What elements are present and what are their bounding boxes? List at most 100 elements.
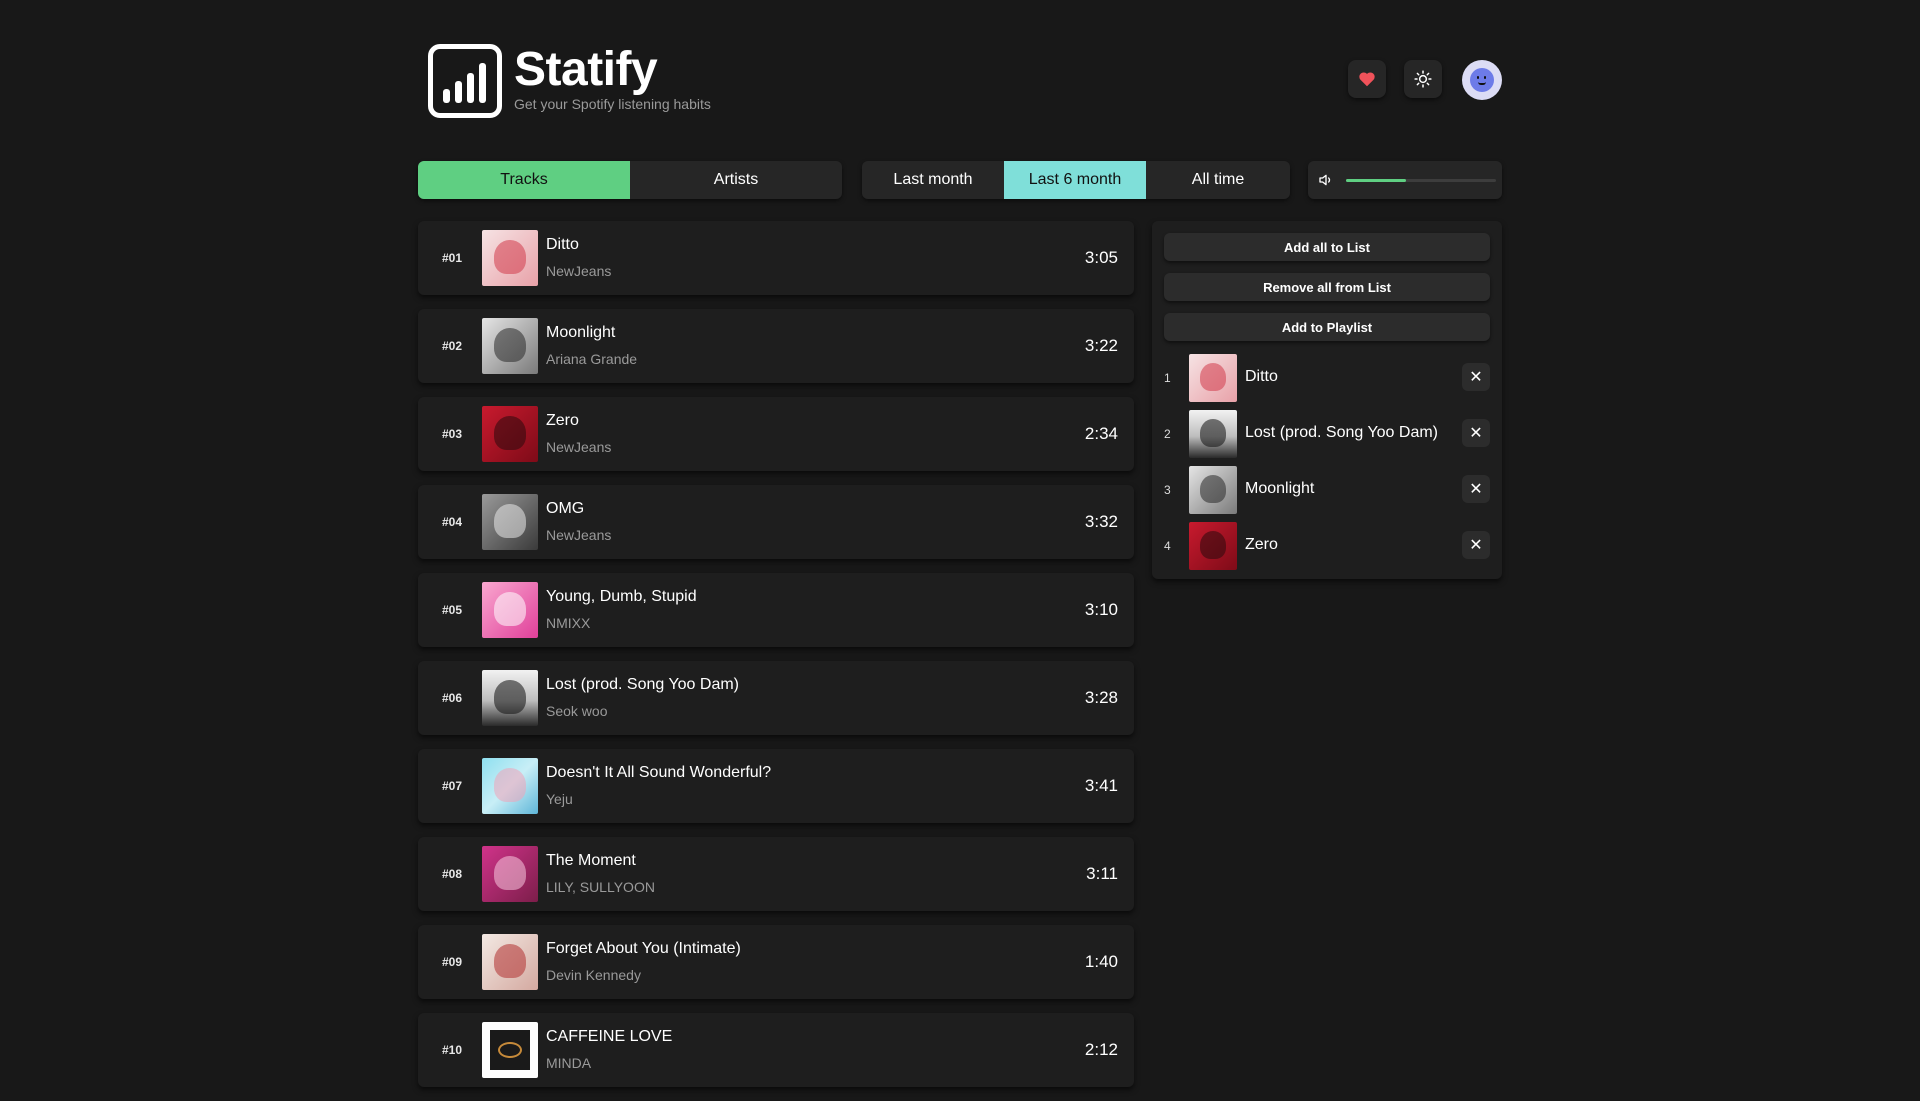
- tab-artists[interactable]: Artists: [630, 161, 842, 199]
- track-duration: 3:28: [1084, 688, 1118, 707]
- track-duration: 3:05: [1084, 248, 1118, 267]
- track-row[interactable]: #07 Doesn't It All Sound Wonderful? Yeju 3:…: [418, 749, 1134, 823]
- volume-slider[interactable]: [1346, 179, 1496, 182]
- track-name: Zero: [546, 412, 579, 429]
- remove-item-button[interactable]: ✕: [1462, 475, 1490, 503]
- track-row[interactable]: #03 Zero NewJeans 2:34: [418, 397, 1134, 471]
- track-name: Forget About You (Intimate): [546, 940, 741, 957]
- track-row[interactable]: #06 Lost (prod. Song Yoo Dam) Seok woo 3:28: [418, 661, 1134, 735]
- track-duration: 3:32: [1084, 512, 1118, 531]
- remove-item-button[interactable]: ✕: [1462, 419, 1490, 447]
- track-artist: NewJeans: [546, 527, 612, 543]
- list-item-name: Ditto: [1245, 368, 1278, 385]
- list-item-number: 4: [1164, 539, 1171, 553]
- track-row[interactable]: #05 Young, Dumb, Stupid NMIXX 3:10: [418, 573, 1134, 647]
- track-duration: 3:22: [1084, 336, 1118, 355]
- list-item-number: 2: [1164, 427, 1171, 441]
- volume-icon[interactable]: [1318, 172, 1334, 188]
- avatar-face-icon: [1470, 68, 1494, 92]
- track-rank: #06: [442, 691, 463, 705]
- track-artist: Ariana Grande: [546, 351, 638, 367]
- app-header: Statify Get your Spotify listening habit…: [428, 43, 1504, 120]
- track-artist: NMIXX: [546, 615, 591, 631]
- list-item-cover: [1189, 466, 1237, 514]
- list-item: 4 Zero ✕: [1164, 521, 1490, 571]
- track-row[interactable]: #08 The Moment LILY, SULLYOON 3:11: [418, 837, 1134, 911]
- track-name: Lost (prod. Song Yoo Dam): [546, 676, 740, 693]
- list-item-name: Zero: [1245, 536, 1278, 553]
- tab-all-time[interactable]: All time: [1146, 161, 1290, 199]
- track-name: Doesn't It All Sound Wonderful?: [546, 764, 772, 781]
- track-duration: 1:40: [1084, 952, 1118, 971]
- remove-item-button[interactable]: ✕: [1462, 363, 1490, 391]
- album-cover: [482, 758, 538, 814]
- track-row[interactable]: #02 Moonlight Ariana Grande 3:22: [418, 309, 1134, 383]
- time-range-tabs: Last month Last 6 month All time: [862, 161, 1290, 199]
- album-cover: [482, 230, 538, 286]
- track-rank: #10: [442, 1043, 463, 1057]
- track-name: CAFFEINE LOVE: [546, 1028, 673, 1045]
- track-row[interactable]: #01 Ditto NewJeans 3:05: [418, 221, 1134, 295]
- app-subtitle: Get your Spotify listening habits: [514, 96, 711, 112]
- remove-item-button[interactable]: ✕: [1462, 531, 1490, 559]
- list-item-number: 1: [1164, 371, 1171, 385]
- album-cover: [482, 670, 538, 726]
- track-rank: #07: [442, 779, 463, 793]
- list-item-cover: [1189, 522, 1237, 570]
- track-name: Young, Dumb, Stupid: [546, 588, 697, 605]
- list-item: 2 Lost (prod. Song Yoo Dam) ✕: [1164, 409, 1490, 459]
- track-duration: 2:34: [1084, 424, 1118, 443]
- volume-slider-fill: [1346, 179, 1406, 182]
- track-name: Moonlight: [546, 324, 616, 341]
- track-duration: 2:12: [1084, 1040, 1118, 1059]
- track-rank: #03: [442, 427, 463, 441]
- track-row[interactable]: #09 Forget About You (Intimate) Devin Kenn…: [418, 925, 1134, 999]
- album-cover: [482, 406, 538, 462]
- track-rank: #05: [442, 603, 463, 617]
- user-avatar[interactable]: [1462, 60, 1502, 100]
- list-item-name: Lost (prod. Song Yoo Dam): [1245, 424, 1439, 441]
- track-row[interactable]: #04 OMG NewJeans 3:32: [418, 485, 1134, 559]
- track-row[interactable]: #10 CAFFEINE LOVE MINDA 2:12: [418, 1013, 1134, 1087]
- track-artist: Seok woo: [546, 703, 608, 719]
- track-list: #01 Ditto NewJeans 3:05 #02 Moonlight Ariana G…: [418, 221, 1134, 1101]
- bar-chart-logo-icon: [428, 44, 502, 118]
- album-cover: [482, 582, 538, 638]
- album-cover: [482, 934, 538, 990]
- track-rank: #04: [442, 515, 463, 529]
- track-rank: #02: [442, 339, 463, 353]
- volume-control: [1308, 161, 1502, 199]
- tab-tracks[interactable]: Tracks: [418, 161, 630, 199]
- track-artist: Devin Kennedy: [546, 967, 641, 983]
- album-cover: [482, 846, 538, 902]
- list-item-number: 3: [1164, 483, 1171, 497]
- album-cover: [482, 318, 538, 374]
- track-rank: #01: [442, 251, 463, 265]
- track-rank: #09: [442, 955, 463, 969]
- tab-last-month[interactable]: Last month: [862, 161, 1004, 199]
- track-duration: 3:11: [1086, 864, 1118, 883]
- theme-toggle-button[interactable]: [1404, 60, 1442, 98]
- track-artist: NewJeans: [546, 439, 612, 455]
- track-artist: Yeju: [546, 791, 573, 807]
- track-artist: MINDA: [546, 1055, 592, 1071]
- list-item: 1 Ditto ✕: [1164, 353, 1490, 403]
- track-artist: NewJeans: [546, 263, 612, 279]
- close-icon: ✕: [1469, 537, 1483, 554]
- add-all-to-list-button[interactable]: Add all to List: [1164, 233, 1490, 261]
- favorites-button[interactable]: [1348, 60, 1386, 98]
- list-item-cover: [1189, 354, 1237, 402]
- track-rank: #08: [442, 867, 463, 881]
- list-item: 3 Moonlight ✕: [1164, 465, 1490, 515]
- add-to-playlist-button[interactable]: Add to Playlist: [1164, 313, 1490, 341]
- close-icon: ✕: [1469, 481, 1483, 498]
- tab-last-6-month[interactable]: Last 6 month: [1004, 161, 1146, 199]
- close-icon: ✕: [1469, 369, 1483, 386]
- track-name: OMG: [546, 500, 585, 517]
- track-name: Ditto: [546, 236, 579, 253]
- track-duration: 3:41: [1084, 776, 1118, 795]
- album-cover: [482, 1022, 538, 1078]
- track-artist: LILY, SULLYOON: [546, 879, 655, 895]
- sun-icon: [1414, 70, 1432, 88]
- remove-all-from-list-button[interactable]: Remove all from List: [1164, 273, 1490, 301]
